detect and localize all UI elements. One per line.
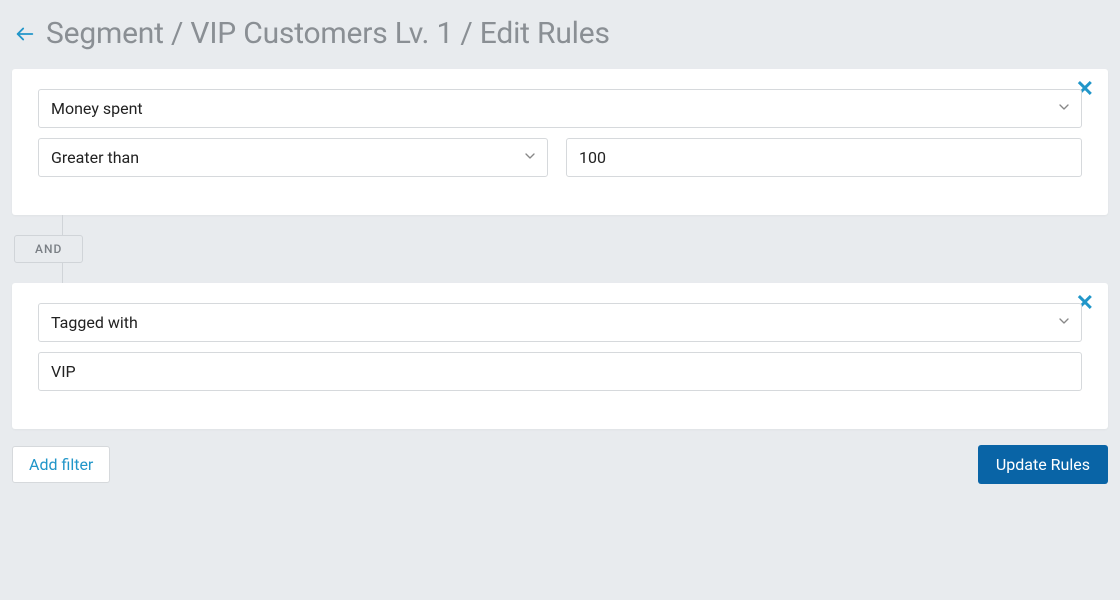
filter-card: ✕ Money spent Greater than [12, 69, 1108, 215]
connector-area: AND [12, 215, 1108, 283]
field-select[interactable]: Tagged with [38, 303, 1082, 342]
add-filter-button[interactable]: Add filter [12, 446, 110, 483]
field-select[interactable]: Money spent [38, 89, 1082, 128]
value-input[interactable] [566, 138, 1082, 177]
operator-select-wrap: Greater than [38, 138, 548, 177]
logic-connector[interactable]: AND [14, 235, 83, 263]
breadcrumb: Segment / VIP Customers Lv. 1 / Edit Rul… [46, 16, 610, 51]
value-input[interactable] [38, 352, 1082, 391]
value-input-wrap [38, 352, 1082, 391]
filter-row [38, 352, 1082, 391]
field-select-wrap: Money spent [38, 89, 1082, 128]
operator-select[interactable]: Greater than [38, 138, 548, 177]
filter-row: Greater than [38, 138, 1082, 177]
back-arrow-icon[interactable] [14, 23, 36, 45]
filter-card: ✕ Tagged with [12, 283, 1108, 429]
value-input-wrap [566, 138, 1082, 177]
field-select-wrap: Tagged with [38, 303, 1082, 342]
page-header: Segment / VIP Customers Lv. 1 / Edit Rul… [0, 0, 1120, 69]
rules-area: ✕ Money spent Greater than AND ✕ [0, 69, 1120, 429]
footer-actions: Add filter Update Rules [0, 429, 1120, 484]
update-rules-button[interactable]: Update Rules [978, 445, 1108, 484]
